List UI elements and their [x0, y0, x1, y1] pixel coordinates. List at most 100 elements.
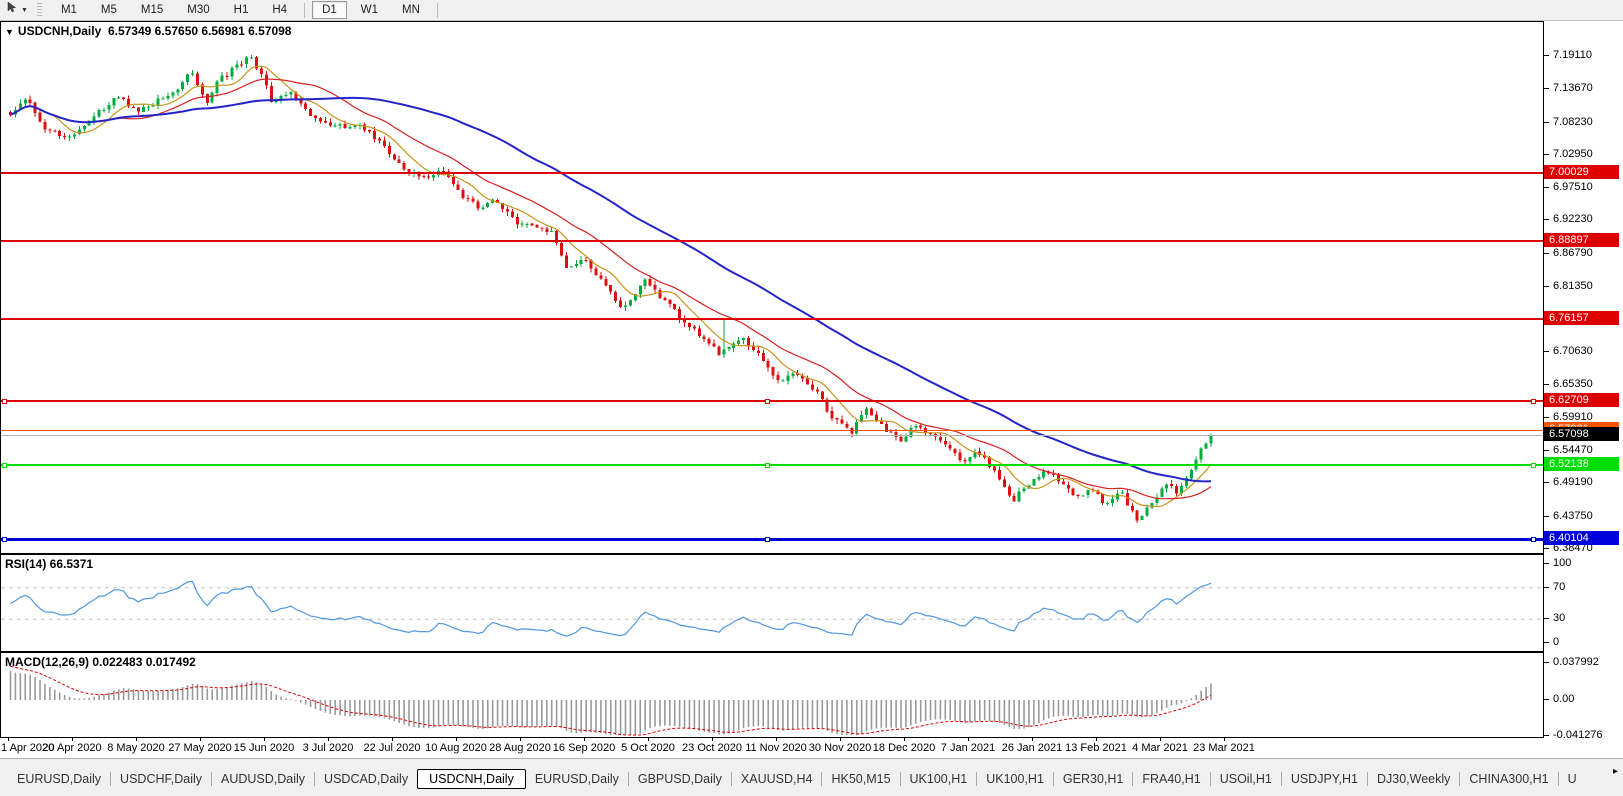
tab-scroll-right-arrow[interactable]: ▸ — [1613, 766, 1618, 777]
line-anchor-square[interactable] — [765, 399, 770, 404]
date-tick — [456, 738, 457, 741]
rsi-label: RSI(14) 66.5371 — [5, 557, 93, 571]
price-axis[interactable]: 7.191107.136707.082307.029506.975106.922… — [1544, 21, 1623, 758]
date-tick — [904, 738, 905, 741]
chart-tab-eurusd-daily[interactable]: EURUSD,Daily — [8, 770, 110, 788]
horizontal-line[interactable] — [1, 430, 1543, 431]
date-label: 28 Aug 2020 — [489, 742, 551, 754]
price-tick: 7.08230 — [1544, 115, 1593, 129]
price-line-label: 7.00029 — [1544, 165, 1619, 179]
chart-ohlc-values: 6.57349 6.57650 6.56981 6.57098 — [108, 24, 292, 38]
timeframe-button-h1[interactable]: H1 — [224, 1, 259, 19]
date-label: 23 Mar 2021 — [1193, 742, 1255, 754]
date-tick — [264, 738, 265, 741]
line-anchor-square[interactable] — [2, 537, 7, 542]
date-tick — [648, 738, 649, 741]
date-label: 15 Jun 2020 — [234, 742, 295, 754]
date-axis[interactable]: 1 Apr 202020 Apr 20208 May 202027 May 20… — [0, 738, 1544, 758]
date-tick — [520, 738, 521, 741]
toolbar-grip[interactable] — [37, 3, 42, 18]
horizontal-line[interactable] — [1, 172, 1543, 174]
date-label: 18 Dec 2020 — [873, 742, 935, 754]
main-price-panel[interactable]: ▼ USDCNH,Daily 6.57349 6.57650 6.56981 6.… — [0, 21, 1544, 554]
cursor-icon — [6, 1, 18, 19]
timeframe-button-m15[interactable]: M15 — [131, 1, 173, 19]
date-label: 7 Jan 2021 — [941, 742, 995, 754]
chart-tab-bar: EURUSD,DailyUSDCHF,DailyAUDUSD,DailyUSDC… — [0, 758, 1623, 796]
rsi-axis-label: 70 — [1544, 580, 1565, 594]
macd-panel[interactable]: MACD(12,26,9) 0.022483 0.017492 — [0, 652, 1544, 738]
macd-axis-label: 0.037992 — [1544, 655, 1599, 669]
toolbar-separator — [304, 3, 305, 18]
line-anchor-square[interactable] — [2, 463, 7, 468]
chart-tabs: EURUSD,DailyUSDCHF,DailyAUDUSD,DailyUSDC… — [0, 766, 1599, 792]
date-label: 3 Jul 2020 — [303, 742, 354, 754]
chart-tab-dj30-weekly[interactable]: DJ30,Weekly — [1368, 770, 1459, 788]
rsi-axis-label: 0 — [1544, 635, 1559, 649]
timeframe-button-h4[interactable]: H4 — [262, 1, 297, 19]
timeframe-button-w1[interactable]: W1 — [351, 1, 388, 19]
window-menu-icon[interactable]: ▼ — [5, 27, 14, 37]
date-label: 13 Feb 2021 — [1065, 742, 1127, 754]
timeframe-button-m5[interactable]: M5 — [91, 1, 127, 19]
horizontal-line[interactable] — [1, 464, 1543, 466]
chart-tab-audusd-daily[interactable]: AUDUSD,Daily — [212, 770, 314, 788]
horizontal-line[interactable] — [1, 538, 1543, 541]
date-label: 10 Aug 2020 — [425, 742, 487, 754]
chart-tab-u[interactable]: U — [1559, 770, 1586, 788]
price-tick: 6.92230 — [1544, 212, 1593, 226]
date-tick — [136, 738, 137, 741]
line-anchor-square[interactable] — [765, 537, 770, 542]
date-label: 16 Sep 2020 — [553, 742, 615, 754]
date-tick — [8, 738, 9, 741]
line-anchor-square[interactable] — [765, 463, 770, 468]
horizontal-line[interactable] — [1, 240, 1543, 242]
rsi-axis-label: 100 — [1544, 556, 1571, 570]
price-tick: 6.65350 — [1544, 377, 1593, 391]
date-label: 5 Oct 2020 — [621, 742, 675, 754]
timeframe-button-mn[interactable]: MN — [392, 1, 430, 19]
chart-tab-usoil-h1[interactable]: USOil,H1 — [1211, 770, 1281, 788]
date-tick — [712, 738, 713, 741]
timeframe-button-group: M1M5M15M30 H1H4 D1W1MN — [49, 1, 443, 19]
chart-tab-usdcad-daily[interactable]: USDCAD,Daily — [315, 770, 417, 788]
chevron-down-icon: ▼ — [21, 7, 28, 14]
timeframe-button-m30[interactable]: M30 — [177, 1, 219, 19]
chart-tab-china300-h1[interactable]: CHINA300,H1 — [1460, 770, 1557, 788]
date-tick — [1096, 738, 1097, 741]
chart-tab-fra40-h1[interactable]: FRA40,H1 — [1133, 770, 1209, 788]
current-price-line — [1, 435, 1543, 436]
chart-tab-usdchf-daily[interactable]: USDCHF,Daily — [111, 770, 211, 788]
rsi-chart — [1, 555, 1543, 651]
line-anchor-square[interactable] — [2, 399, 7, 404]
price-tick: 6.81350 — [1544, 279, 1593, 293]
rsi-panel[interactable]: RSI(14) 66.5371 — [0, 554, 1544, 652]
chart-tab-ger30-h1[interactable]: GER30,H1 — [1054, 770, 1132, 788]
timeframe-button-m1[interactable]: M1 — [51, 1, 87, 19]
chart-tab-gbpusd-daily[interactable]: GBPUSD,Daily — [629, 770, 731, 788]
line-anchor-square[interactable] — [1531, 463, 1536, 468]
price-tick: 7.13670 — [1544, 81, 1593, 95]
price-tick: 6.43750 — [1544, 509, 1593, 523]
line-anchor-square[interactable] — [1531, 399, 1536, 404]
cursor-tool-button[interactable]: ▼ — [3, 0, 31, 20]
timeframe-button-d1[interactable]: D1 — [312, 1, 347, 19]
date-label: 26 Jan 2021 — [1002, 742, 1063, 754]
horizontal-line[interactable] — [1, 318, 1543, 320]
toolbar-separator — [437, 3, 438, 18]
chart-tab-usdcnh-daily[interactable]: USDCNH,Daily — [417, 769, 526, 789]
chart-tab-uk100-h1[interactable]: UK100,H1 — [977, 770, 1053, 788]
chart-tab-hk50-m15[interactable]: HK50,M15 — [822, 770, 899, 788]
horizontal-line[interactable] — [1, 400, 1543, 402]
top-toolbar: ▼ M1M5M15M30 H1H4 D1W1MN — [0, 0, 1623, 21]
price-tick: 7.19110 — [1544, 48, 1592, 62]
line-anchor-square[interactable] — [1531, 537, 1536, 542]
price-line-label: 6.88897 — [1544, 233, 1619, 247]
chart-tab-eurusd-daily[interactable]: EURUSD,Daily — [526, 770, 628, 788]
price-tick: 6.54470 — [1544, 443, 1593, 457]
chart-symbol-label: USDCNH,Daily — [18, 24, 101, 38]
chart-tab-uk100-h1[interactable]: UK100,H1 — [901, 770, 977, 788]
chart-tab-usdjpy-h1[interactable]: USDJPY,H1 — [1282, 770, 1367, 788]
chart-tab-xauusd-h4[interactable]: XAUUSD,H4 — [732, 770, 822, 788]
chart-area: ▼ USDCNH,Daily 6.57349 6.57650 6.56981 6.… — [0, 21, 1623, 758]
